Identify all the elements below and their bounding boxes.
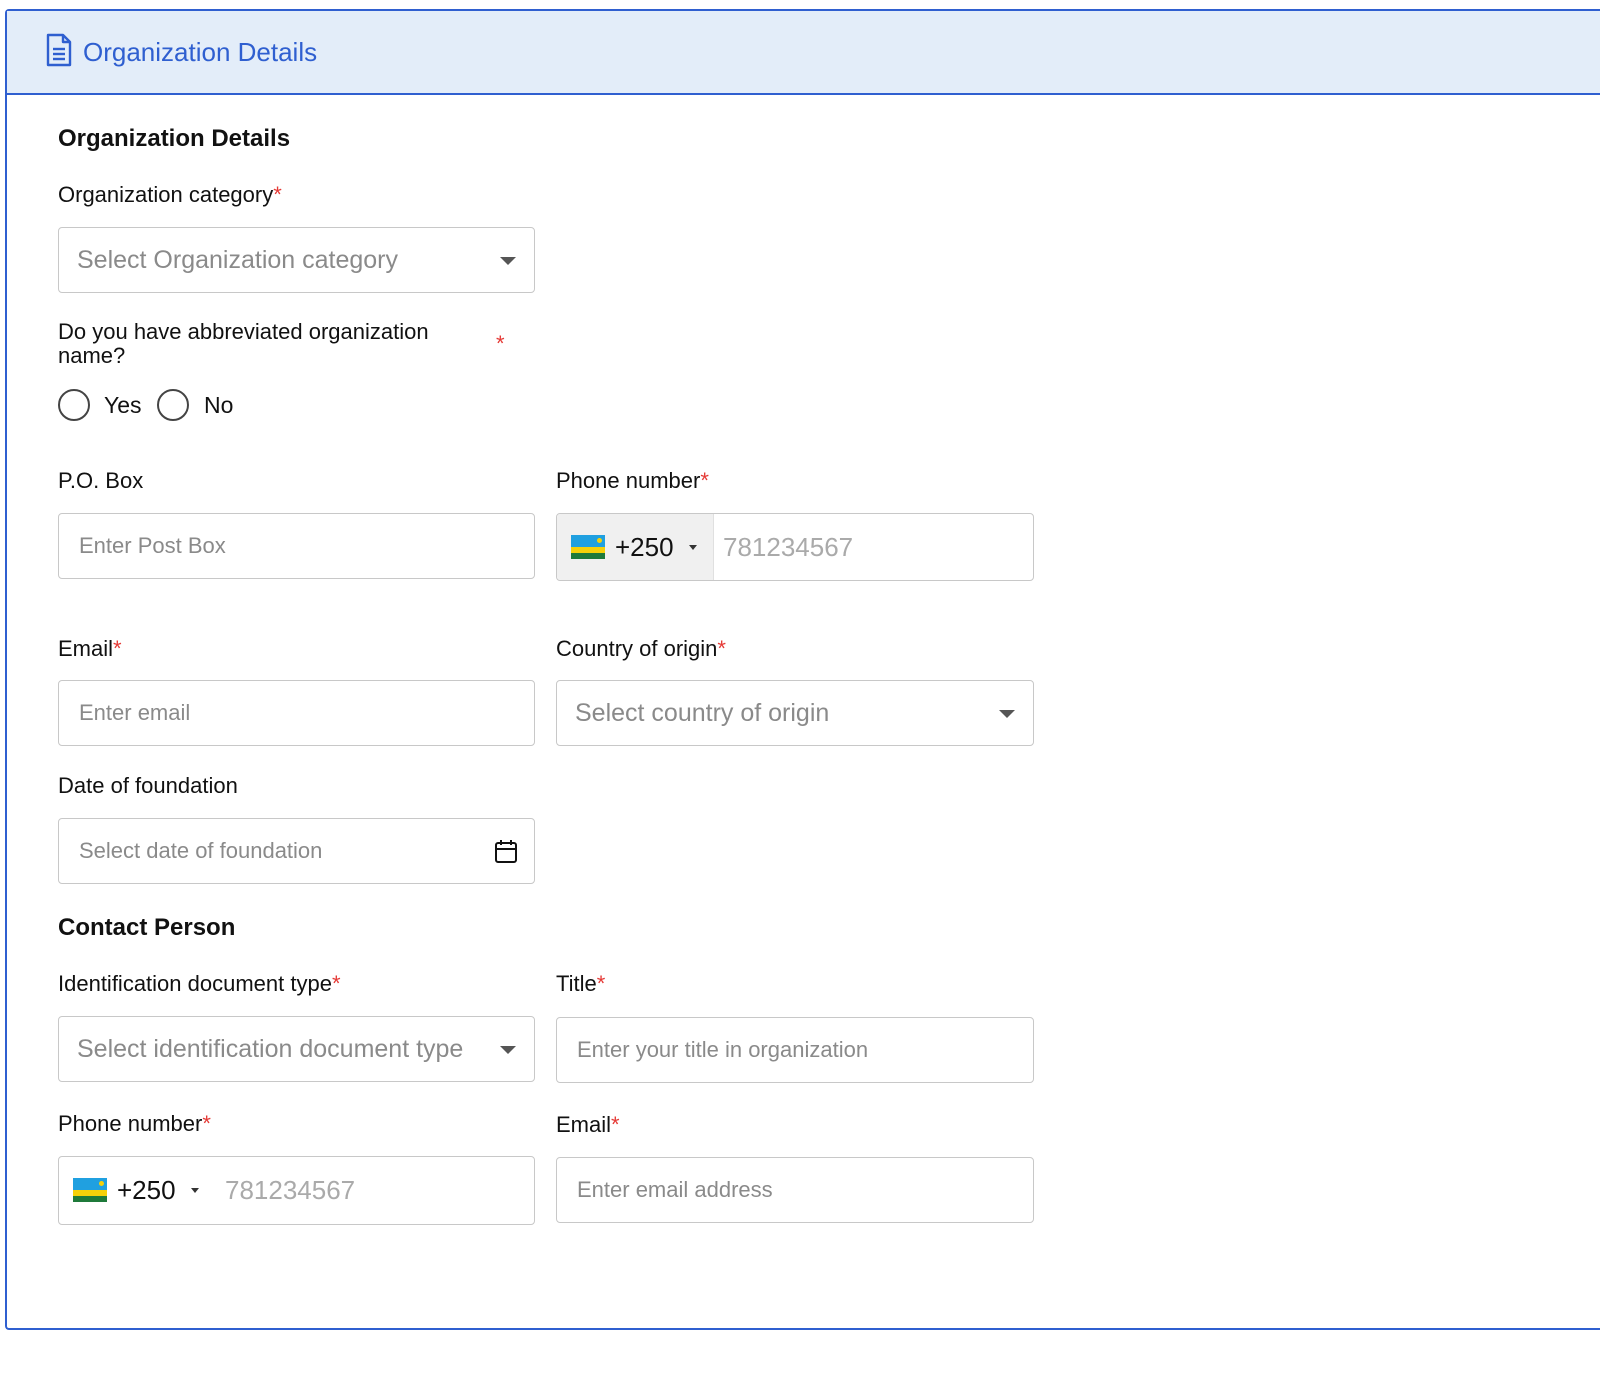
- radio-yes-label[interactable]: Yes: [104, 389, 142, 421]
- chevron-down-icon: [500, 1046, 516, 1054]
- section-title-organization: Organization Details: [58, 125, 291, 152]
- panel-title: Organization Details: [83, 37, 318, 67]
- org-phone-label: Phone number*: [556, 468, 709, 493]
- foundation-date-input[interactable]: Select date of foundation: [58, 818, 535, 884]
- country-code-selector[interactable]: +250: [59, 1157, 215, 1224]
- country-code-selector[interactable]: +250: [557, 514, 714, 580]
- radio-no[interactable]: [157, 389, 189, 421]
- chevron-down-icon: [500, 257, 516, 265]
- radio-yes[interactable]: [58, 389, 90, 421]
- required-marker: *: [113, 636, 122, 661]
- required-marker: *: [273, 182, 282, 207]
- org-phone-placeholder: 781234567: [723, 532, 854, 562]
- rwanda-flag-icon: [73, 1178, 107, 1202]
- caret-down-icon: [191, 1188, 199, 1193]
- org-email-label: Email*: [58, 636, 122, 661]
- required-marker: *: [717, 636, 726, 661]
- document-icon: [46, 33, 72, 67]
- foundation-placeholder: Select date of foundation: [79, 838, 323, 863]
- calendar-icon[interactable]: [494, 838, 518, 864]
- country-select[interactable]: Select country of origin: [556, 680, 1034, 746]
- country-label: Country of origin*: [556, 636, 726, 661]
- section-title-contact: Contact Person: [58, 914, 236, 941]
- radio-no-label[interactable]: No: [204, 389, 233, 421]
- required-marker: *: [611, 1112, 620, 1137]
- abbreviated-name-label: Do you have abbreviated organization nam…: [58, 319, 429, 368]
- rwanda-flag-icon: [571, 535, 605, 559]
- org-email-input[interactable]: Enter email: [58, 680, 535, 746]
- dial-code: +250: [615, 532, 674, 562]
- caret-down-icon: [689, 545, 697, 550]
- required-marker: *: [700, 468, 709, 493]
- dial-code: +250: [117, 1175, 176, 1205]
- title-placeholder: Enter your title in organization: [577, 1037, 869, 1062]
- country-placeholder: Select country of origin: [575, 699, 830, 727]
- chevron-down-icon: [999, 710, 1015, 718]
- org-category-placeholder: Select Organization category: [77, 246, 399, 274]
- contact-phone-label: Phone number*: [58, 1111, 211, 1136]
- panel-header: Organization Details: [7, 11, 1600, 95]
- org-category-label: Organization category*: [58, 182, 282, 207]
- contact-email-placeholder: Enter email address: [577, 1177, 773, 1202]
- required-marker: *: [331, 971, 341, 996]
- org-email-placeholder: Enter email: [79, 700, 191, 725]
- po-box-label: P.O. Box: [58, 468, 144, 493]
- foundation-label: Date of foundation: [58, 773, 238, 798]
- org-category-select[interactable]: Select Organization category: [58, 227, 535, 293]
- id-doc-label: Identification document type*: [58, 971, 341, 996]
- id-doc-placeholder: Select identification document type: [77, 1035, 464, 1063]
- org-phone-input[interactable]: +250 781234567: [556, 513, 1034, 581]
- required-marker: *: [596, 971, 606, 996]
- contact-phone-input[interactable]: +250 781234567: [58, 1156, 535, 1225]
- contact-email-label: Email*: [556, 1112, 620, 1137]
- po-box-input[interactable]: Enter Post Box: [58, 513, 535, 579]
- id-doc-select[interactable]: Select identification document type: [58, 1016, 535, 1082]
- contact-phone-placeholder: 781234567: [225, 1175, 356, 1205]
- po-box-placeholder: Enter Post Box: [79, 533, 226, 558]
- required-marker: *: [202, 1111, 211, 1136]
- title-label: Title*: [556, 971, 606, 996]
- title-input[interactable]: Enter your title in organization: [556, 1017, 1034, 1083]
- contact-email-input[interactable]: Enter email address: [556, 1157, 1034, 1223]
- required-marker: *: [496, 331, 505, 356]
